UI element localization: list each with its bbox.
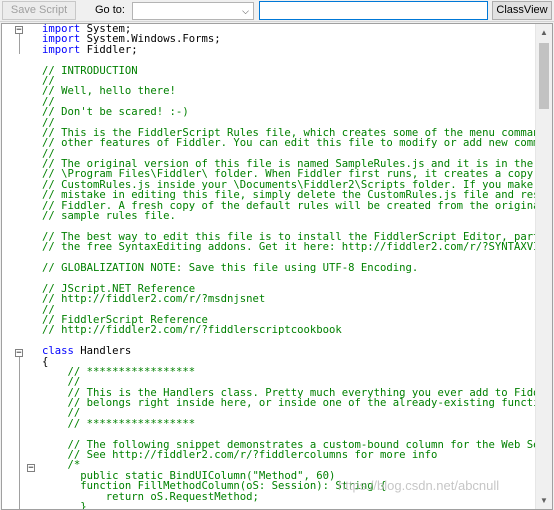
code-line[interactable]: } <box>42 502 536 509</box>
code-line[interactable]: return oS.RequestMethod; <box>42 491 536 502</box>
code-line[interactable]: // ***************** <box>42 417 536 430</box>
code-line[interactable]: // sample rules file. <box>42 210 536 223</box>
code-line[interactable]: // See http://fiddler2.com/r/?fiddlercol… <box>42 449 536 462</box>
code-line[interactable]: class Handlers <box>42 345 536 358</box>
code-comment: // INTRODUCTION <box>42 64 138 77</box>
code-comment: // other features of Fiddler. You can ed… <box>42 137 536 150</box>
code-line[interactable]: // the free SyntaxEditing addons. Get it… <box>42 241 536 254</box>
save-script-button[interactable]: Save Script <box>2 1 76 20</box>
minus-box-icon[interactable]: − <box>15 349 23 358</box>
scroll-thumb[interactable] <box>539 43 549 109</box>
vertical-scrollbar[interactable]: ▲ ▼ <box>535 24 552 509</box>
fold-line <box>19 34 20 54</box>
script-editor[interactable]: − − − import System; import System.Window… <box>1 23 553 510</box>
code-comment: // Don't be scared! :-) <box>42 106 189 119</box>
code-line[interactable]: // Don't be scared! :-) <box>42 106 536 119</box>
goto-select[interactable]: ⌵ <box>132 2 254 20</box>
code-line[interactable]: // GLOBALIZATION NOTE: Save this file us… <box>42 261 536 274</box>
code-line[interactable]: // ***************** <box>42 365 536 378</box>
code-line[interactable]: // INTRODUCTION <box>42 64 536 77</box>
code-text: Fiddler; <box>80 43 138 56</box>
code-line[interactable]: // Well, hello there! <box>42 85 536 98</box>
minus-box-icon[interactable]: − <box>27 464 35 473</box>
minus-box-icon[interactable]: − <box>15 26 23 35</box>
watermark-text: https://blog.csdn.net/abcnull <box>338 478 500 493</box>
goto-label: Go to: <box>95 4 125 16</box>
code-comment: // ***************** <box>67 417 196 430</box>
code-line[interactable]: // other features of Fiddler. You can ed… <box>42 137 536 150</box>
classview-button[interactable]: ClassView <box>492 1 552 20</box>
code-line[interactable]: import Fiddler; <box>42 43 536 56</box>
code-comment: // See http://fiddler2.com/r/?fiddlercol… <box>67 449 438 462</box>
code-comment: // ***************** <box>67 365 196 378</box>
code-comment: // http://fiddler2.com/r/?fiddlerscriptc… <box>42 324 342 337</box>
scroll-down-arrow-icon[interactable]: ▼ <box>536 492 552 509</box>
code-comment: // belongs right inside here, or inside … <box>67 397 536 410</box>
code-comment: // Well, hello there! <box>42 85 176 98</box>
code-comment: // sample rules file. <box>42 210 176 223</box>
code-area[interactable]: import System; import System.Windows.Form… <box>42 24 536 509</box>
code-comment: // GLOBALIZATION NOTE: Save this file us… <box>42 261 419 274</box>
code-comment: // http://fiddler2.com/r/?msdnjsnet <box>42 293 266 306</box>
code-line[interactable]: // http://fiddler2.com/r/?msdnjsnet <box>42 293 536 306</box>
script-toolbar: Save Script Go to: ⌵ ClassView <box>0 0 554 22</box>
code-line[interactable]: // belongs right inside here, or inside … <box>42 397 536 410</box>
code-comment: } <box>42 500 87 509</box>
chevron-down-icon[interactable]: ⌵ <box>238 3 253 19</box>
scroll-up-arrow-icon[interactable]: ▲ <box>536 24 552 41</box>
search-input[interactable] <box>259 1 488 20</box>
fold-margin: − − − <box>10 24 38 509</box>
code-comment: // the free SyntaxEditing addons. Get it… <box>42 241 536 254</box>
fold-line <box>19 357 20 509</box>
code-line[interactable]: // http://fiddler2.com/r/?fiddlerscriptc… <box>42 324 536 337</box>
editor-gutter <box>2 24 10 509</box>
code-text: Handlers <box>73 345 132 358</box>
